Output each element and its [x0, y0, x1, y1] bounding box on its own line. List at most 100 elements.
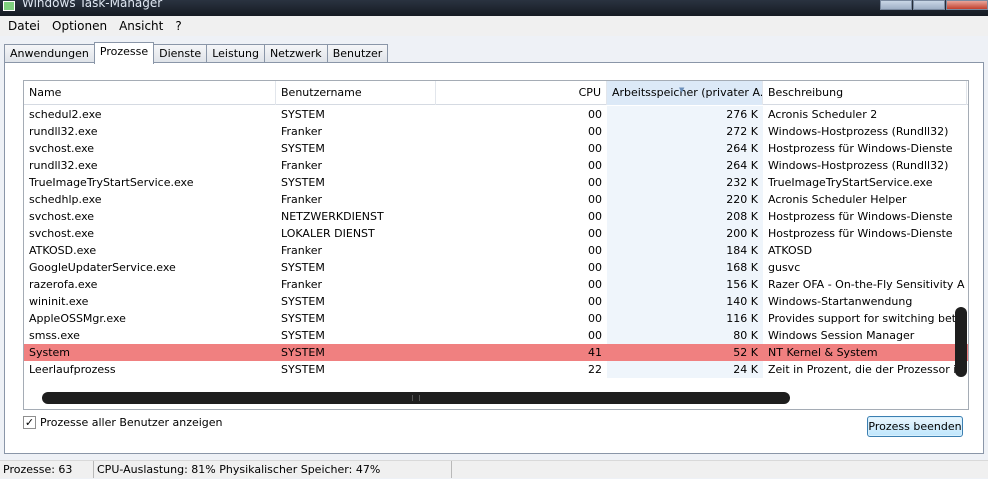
table-row-selected[interactable]: System SYSTEM 41 52 K NT Kernel & System: [24, 344, 968, 361]
table-row[interactable]: AppleOSSMgr.exe SYSTEM 00 116 K Provides sup…: [24, 310, 968, 327]
table-row[interactable]: ATKOSD.exe Franker 00 184 K ATKOSD: [24, 242, 968, 259]
column-header-user[interactable]: Benutzername: [276, 81, 436, 105]
cell-cpu: 00: [588, 210, 602, 223]
cell-description: Zeit in Prozent, die der Prozessor im: [768, 363, 967, 376]
close-button[interactable]: [946, 0, 988, 10]
cell-name: AppleOSSMgr.exe: [29, 312, 126, 325]
cell-memory: 156 K: [607, 276, 763, 293]
table-row[interactable]: svchost.exe SYSTEM 00 264 K Hostprozess für …: [24, 140, 968, 157]
cell-memory: 272 K: [607, 123, 763, 140]
table-row[interactable]: GoogleUpdaterService.exe SYSTEM 00 168 K gus…: [24, 259, 968, 276]
end-process-button[interactable]: Prozess beenden: [867, 416, 963, 437]
column-header-name[interactable]: Name: [24, 81, 276, 105]
cell-user: Franker: [281, 193, 323, 206]
cell-cpu: 00: [588, 261, 602, 274]
cell-name: smss.exe: [29, 329, 80, 342]
status-physical-memory: Physikalischer Speicher: 47%: [219, 463, 381, 476]
column-header-memory[interactable]: ▼ Arbeitsspeicher (privater A...: [607, 81, 763, 105]
cell-name: svchost.exe: [29, 142, 95, 155]
cell-cpu: 00: [588, 125, 602, 138]
cell-description: Acronis Scheduler Helper: [768, 193, 907, 206]
tab-benutzer[interactable]: Benutzer: [326, 44, 389, 64]
cell-name: svchost.exe: [29, 227, 95, 240]
tab-dienste[interactable]: Dienste: [153, 44, 208, 64]
show-all-users-checkbox[interactable]: ✓: [23, 416, 36, 429]
cell-user: SYSTEM: [281, 108, 325, 121]
table-row[interactable]: rundll32.exe Franker 00 272 K Windows-Hostpr…: [24, 123, 968, 140]
menu-datei[interactable]: Datei: [2, 19, 46, 33]
cell-description: Windows-Startanwendung: [768, 295, 913, 308]
cell-memory: 264 K: [607, 157, 763, 174]
cell-description: Razer OFA - On-the-Fly Sensitivity A: [768, 278, 965, 291]
table-row[interactable]: wininit.exe SYSTEM 00 140 K Windows-Startanw…: [24, 293, 968, 310]
cell-cpu: 00: [588, 227, 602, 240]
cell-user: Franker: [281, 159, 323, 172]
cell-description: Acronis Scheduler 2: [768, 108, 878, 121]
process-list-header: Name Benutzername CPU ▼ Arbeitsspeicher …: [24, 81, 968, 105]
horizontal-scroll-thumb[interactable]: [42, 392, 790, 404]
sort-descending-icon: ▼: [679, 86, 685, 94]
cell-memory: 184 K: [607, 242, 763, 259]
cell-description: Hostprozess für Windows-Dienste: [768, 210, 953, 223]
cell-cpu: 00: [588, 108, 602, 121]
tab-anwendungen[interactable]: Anwendungen: [4, 44, 95, 64]
cell-cpu: 00: [588, 295, 602, 308]
cell-user: SYSTEM: [281, 363, 325, 376]
cell-name: wininit.exe: [29, 295, 89, 308]
table-row[interactable]: schedul2.exe SYSTEM 00 276 K Acronis Schedul…: [24, 106, 968, 123]
cell-description: Windows-Hostprozess (Rundll32): [768, 159, 949, 172]
cell-description: gusvc: [768, 261, 801, 274]
cell-cpu: 00: [588, 193, 602, 206]
cell-memory: 232 K: [607, 174, 763, 191]
column-header-description[interactable]: Beschreibung: [763, 81, 967, 105]
cell-user: SYSTEM: [281, 329, 325, 342]
task-manager-icon: [3, 1, 15, 11]
cell-user: SYSTEM: [281, 346, 325, 359]
status-cpu-usage: CPU-Auslastung: 81%: [97, 463, 216, 476]
cell-user: LOKALER DIENST: [281, 227, 375, 240]
cell-name: rundll32.exe: [29, 159, 98, 172]
cell-user: Franker: [281, 278, 323, 291]
cell-memory: 116 K: [607, 310, 763, 327]
vertical-scrollbar[interactable]: [954, 107, 967, 393]
process-list[interactable]: Name Benutzername CPU ▼ Arbeitsspeicher …: [23, 80, 969, 410]
vertical-scroll-thumb[interactable]: [955, 307, 967, 377]
cell-user: SYSTEM: [281, 295, 325, 308]
column-header-cpu[interactable]: CPU: [436, 81, 607, 105]
window-controls: [879, 0, 988, 10]
cell-user: Franker: [281, 244, 323, 257]
scroll-grip-icon: [412, 395, 420, 401]
table-row[interactable]: schedhlp.exe Franker 00 220 K Acronis Schedu…: [24, 191, 968, 208]
table-row[interactable]: rundll32.exe Franker 00 264 K Windows-Hostpr…: [24, 157, 968, 174]
cell-description: Windows-Hostprozess (Rundll32): [768, 125, 949, 138]
cell-description: NT Kernel & System: [768, 346, 878, 359]
processes-panel: Name Benutzername CPU ▼ Arbeitsspeicher …: [4, 62, 984, 454]
table-row[interactable]: svchost.exe NETZWERKDIENST 00 208 K Hostproz…: [24, 208, 968, 225]
show-all-users-option[interactable]: ✓ Prozesse aller Benutzer anzeigen: [23, 416, 223, 429]
cell-cpu: 00: [588, 176, 602, 189]
table-row[interactable]: Leerlaufprozess SYSTEM 22 24 K Zeit in Proze…: [24, 361, 968, 378]
menu-ansicht[interactable]: Ansicht: [113, 19, 169, 33]
window-title: Windows Task-Manager: [22, 0, 163, 10]
cell-description: Windows Session Manager: [768, 329, 915, 342]
cell-name: System: [29, 346, 71, 359]
cell-user: SYSTEM: [281, 312, 325, 325]
minimize-button[interactable]: [880, 0, 912, 10]
table-row[interactable]: TrueImageTryStartService.exe SYSTEM 00 232 …: [24, 174, 968, 191]
cell-memory: 168 K: [607, 259, 763, 276]
status-process-count: Prozesse: 63: [0, 461, 94, 478]
tab-leistung[interactable]: Leistung: [206, 44, 265, 64]
tab-netzwerk[interactable]: Netzwerk: [263, 44, 328, 64]
menu-optionen[interactable]: Optionen: [46, 19, 113, 33]
tab-strip: Anwendungen Prozesse Dienste Leistung Ne…: [4, 42, 389, 64]
cell-name: ATKOSD.exe: [29, 244, 97, 257]
maximize-button[interactable]: [913, 0, 945, 10]
menu-help[interactable]: ?: [169, 19, 187, 33]
table-row[interactable]: smss.exe SYSTEM 00 80 K Windows Session Mana…: [24, 327, 968, 344]
cell-memory: 200 K: [607, 225, 763, 242]
tab-prozesse[interactable]: Prozesse: [93, 42, 155, 64]
table-row[interactable]: svchost.exe LOKALER DIENST 00 200 K Hostproz…: [24, 225, 968, 242]
cell-cpu: 00: [588, 278, 602, 291]
cell-name: TrueImageTryStartService.exe: [29, 176, 194, 189]
table-row[interactable]: razerofa.exe Franker 00 156 K Razer OFA - On…: [24, 276, 968, 293]
